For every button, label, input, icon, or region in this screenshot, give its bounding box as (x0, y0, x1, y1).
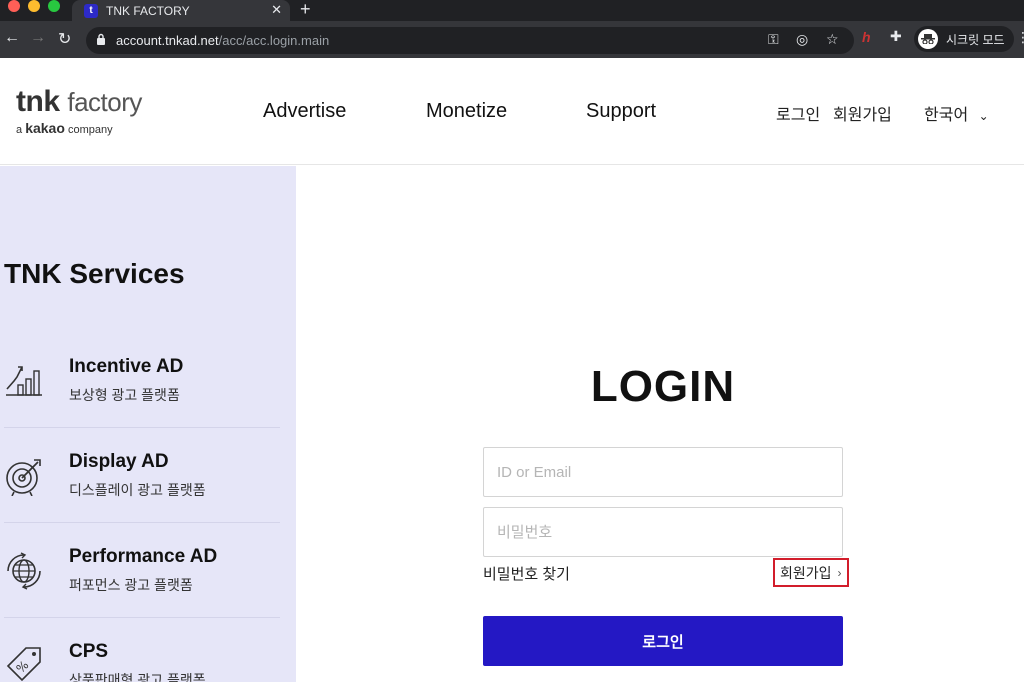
site-header: tnk factory a kakao company Advertise Mo… (0, 58, 1024, 165)
service-item-performance-ad[interactable]: Performance AD 퍼포먼스 광고 플랫폼 (4, 523, 280, 618)
back-icon[interactable]: ← (4, 29, 20, 47)
header-login-link[interactable]: 로그인 (776, 101, 820, 125)
new-tab-icon[interactable]: + (300, 0, 311, 19)
minimize-window-button[interactable] (28, 0, 40, 12)
service-desc: 상품판매형 광고 플랫폼 (69, 672, 206, 682)
reload-icon[interactable]: ↻ (58, 29, 71, 49)
service-item-incentive-ad[interactable]: Incentive AD 보상형 광고 플랫폼 (4, 333, 280, 428)
target-icon (6, 459, 41, 496)
find-password-link[interactable]: 비밀번호 찾기 (483, 563, 570, 584)
nav-monetize[interactable]: Monetize (426, 100, 507, 123)
logo-tagline: a kakao company (16, 120, 113, 136)
login-button[interactable]: 로그인 (483, 616, 843, 666)
profile-label: 시크릿 모드 (946, 32, 1005, 47)
browser-tab[interactable]: t TNK FACTORY ✕ (72, 0, 290, 21)
sidebar-title: TNK Services (4, 258, 185, 289)
service-name: Display AD (69, 451, 169, 472)
id-email-input[interactable] (483, 447, 843, 497)
service-name: Performance AD (69, 546, 218, 567)
language-label: 한국어 (924, 107, 969, 124)
tab-close-icon[interactable]: ✕ (271, 2, 282, 18)
service-desc: 디스플레이 광고 플랫폼 (69, 482, 206, 498)
extension-icon[interactable]: h (862, 29, 871, 45)
chevron-right-icon: › (837, 565, 842, 580)
more-icon[interactable]: ⋮ (1016, 29, 1024, 46)
service-desc: 보상형 광고 플랫폼 (69, 387, 180, 403)
login-title: LOGIN (590, 362, 736, 411)
tnk-factory-logo[interactable]: tnk factory a kakao company (16, 85, 142, 137)
lock-icon (97, 33, 105, 45)
incognito-icon (918, 29, 938, 49)
star-icon[interactable]: ☆ (826, 31, 839, 48)
logo-wordmark: tnk factory (16, 85, 142, 118)
chevron-down-icon: ⌄ (978, 109, 989, 123)
header-signup-link[interactable]: 회원가입 (833, 101, 892, 125)
service-item-display-ad[interactable]: Display AD 디스플레이 광고 플랫폼 (4, 428, 280, 523)
url-text: account.tnkad.net/acc/acc.login.main (116, 33, 329, 48)
tab-favicon-icon: t (84, 3, 98, 18)
maximize-window-button[interactable] (48, 0, 60, 12)
services-sidebar: TNK Services Incentive AD 보상형 광고 플랫폼 Dis… (0, 166, 296, 682)
service-name: Incentive AD (69, 356, 184, 377)
key-icon[interactable]: ⚿ (768, 31, 779, 48)
browser-toolbar: ← → ↻ account.tnkad.net/acc/acc.login.ma… (0, 21, 1024, 58)
browser-tab-bar: t TNK FACTORY ✕ + (0, 0, 1024, 21)
service-item-cps[interactable]: % CPS 상품판매형 광고 플랫폼 (4, 618, 280, 682)
url-host: account.tnkad.net (116, 33, 219, 48)
close-window-button[interactable] (8, 0, 20, 12)
globe-icon (7, 552, 41, 590)
signup-link-label: 회원가입 (780, 564, 832, 581)
tab-title: TNK FACTORY (106, 3, 190, 18)
language-selector[interactable]: 한국어 ⌄ (924, 101, 989, 125)
growth-chart-icon (6, 366, 42, 396)
puzzle-icon[interactable]: ✚ (890, 28, 902, 45)
nav-support[interactable]: Support (586, 100, 656, 123)
signup-link[interactable]: 회원가입 › (773, 558, 849, 587)
discount-tag-icon: % (6, 647, 41, 682)
incognito-profile-button[interactable]: 시크릿 모드 (914, 26, 1014, 52)
forward-icon[interactable]: → (30, 29, 46, 47)
address-bar[interactable]: account.tnkad.net/acc/acc.login.main ⚿ ◎… (86, 27, 854, 54)
eye-off-icon[interactable]: ◎ (796, 31, 808, 48)
url-path: /acc/acc.login.main (218, 33, 330, 48)
service-desc: 퍼포먼스 광고 플랫폼 (69, 577, 193, 593)
nav-advertise[interactable]: Advertise (263, 100, 346, 123)
password-input[interactable] (483, 507, 843, 557)
service-name: CPS (69, 641, 109, 662)
